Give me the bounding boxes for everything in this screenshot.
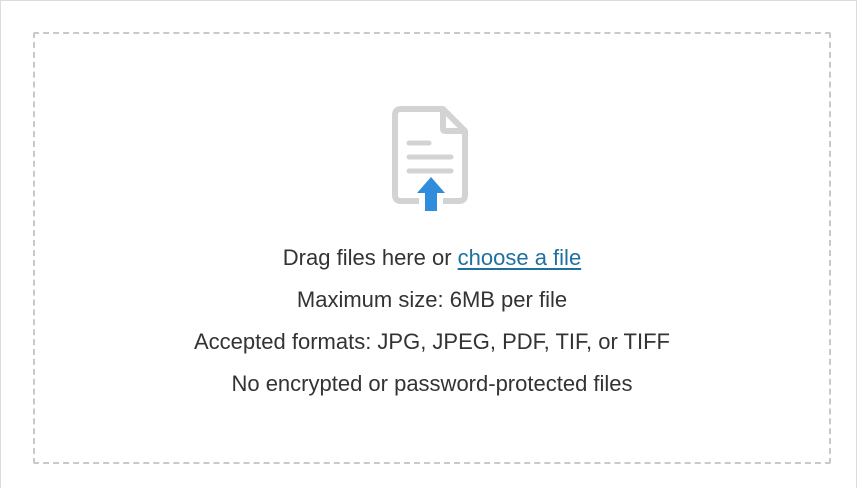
upload-card: Drag files here or choose a file Maximum…: [0, 0, 857, 488]
encryption-restriction-text: No encrypted or password-protected files: [231, 371, 633, 396]
drag-instruction-line: Drag files here or choose a file: [33, 237, 831, 279]
dropzone-instructions: Drag files here or choose a file Maximum…: [33, 237, 831, 405]
file-upload-icon: [392, 106, 468, 215]
choose-file-link[interactable]: choose a file: [458, 245, 582, 270]
max-size-text: Maximum size: 6MB per file: [296, 287, 568, 312]
accepted-formats-text: Accepted formats: JPG, JPEG, PDF, TIF, o…: [194, 329, 670, 354]
drag-text: Drag files here or: [282, 245, 458, 270]
